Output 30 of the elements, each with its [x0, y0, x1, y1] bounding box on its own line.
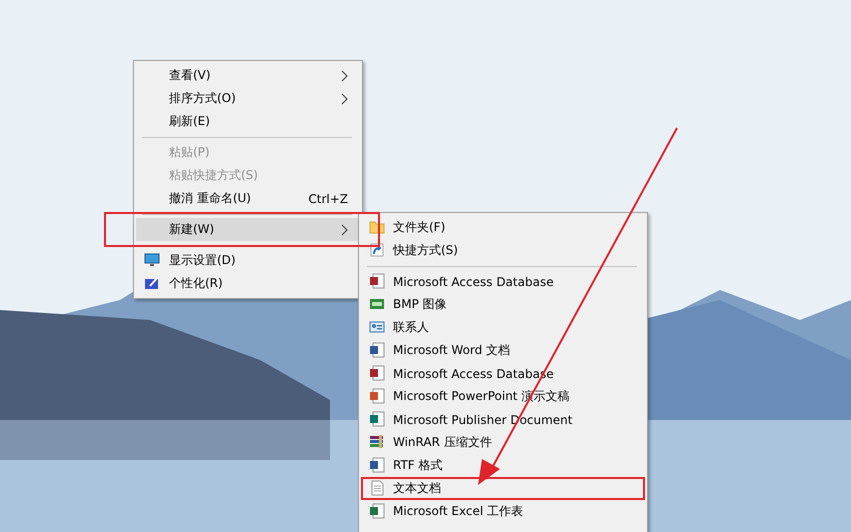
menu-item[interactable]: 撤消 重命名(U) Ctrl+Z: [136, 187, 360, 210]
menu-item[interactable]: 排序方式(O): [136, 87, 360, 110]
spreadsheet-file-icon: [369, 503, 385, 519]
menu-item[interactable]: WinRAR 压缩文件: [361, 431, 645, 454]
menu-item[interactable]: 联系人: [361, 316, 645, 339]
menu-item[interactable]: 个性化(R): [136, 272, 360, 295]
menu-item[interactable]: 新建(W): [136, 218, 360, 241]
menu-item[interactable]: RTF 格式: [361, 454, 645, 477]
publisher-file-icon: [369, 411, 385, 427]
rich-text-file-icon: [369, 457, 385, 473]
database-file-icon: [369, 273, 385, 289]
menu-item[interactable]: 显示设置(D): [136, 249, 360, 272]
menu-item[interactable]: Microsoft Word 文档: [361, 339, 645, 362]
menu-item[interactable]: 文件夹(F): [361, 216, 645, 239]
menu-item[interactable]: Microsoft Access Database: [361, 270, 645, 293]
presentation-file-icon: [369, 388, 385, 404]
image-file-icon: [369, 296, 385, 312]
monitor-icon: [144, 252, 160, 268]
paint-brush-icon: [144, 275, 160, 291]
menu-item[interactable]: Microsoft Excel 工作表: [361, 500, 645, 523]
stacked-books-icon: [369, 434, 385, 450]
menu-item[interactable]: BMP 图像: [361, 293, 645, 316]
menu-item[interactable]: 文本文档: [361, 477, 645, 500]
database-file-icon: [369, 365, 385, 381]
menu-item[interactable]: 快捷方式(S): [361, 239, 645, 262]
text-file-icon: [369, 480, 385, 496]
contact-card-icon: [369, 319, 385, 335]
menu-item[interactable]: 刷新(E): [136, 110, 360, 133]
menu-item[interactable]: 查看(V): [136, 64, 360, 87]
word-document-icon: [369, 342, 385, 358]
